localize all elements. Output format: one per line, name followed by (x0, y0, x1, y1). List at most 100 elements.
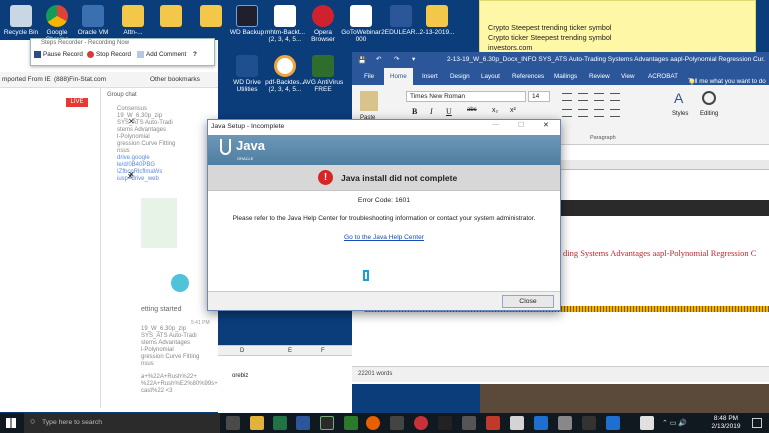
tab-review[interactable]: Review (589, 73, 610, 80)
tab-mailings[interactable]: Mailings (554, 73, 577, 80)
java-titlebar: Java Setup - Incomplete — ☐ ✕ (208, 120, 560, 135)
document-icon (274, 5, 296, 27)
desktop-icon-pdf-backtes[interactable]: pdf-Backtes... (2, 3, 4, 5... (264, 55, 306, 93)
desktop-icon-mhtm[interactable]: mhtm-Backt... (2, 3, 4, 5... (264, 5, 306, 43)
tab-insert[interactable]: Insert (422, 73, 438, 80)
search-icon: ○ (30, 416, 36, 426)
word-icon[interactable] (296, 416, 310, 430)
multilevel-list-icon[interactable] (594, 93, 604, 101)
tab-design[interactable]: Design (450, 73, 470, 80)
task-view-icon[interactable] (226, 416, 240, 430)
numbering-icon[interactable] (578, 93, 588, 101)
java-help-center-link[interactable]: Go to the Java Help Center (208, 234, 560, 241)
app-icon[interactable] (438, 416, 452, 430)
clock[interactable]: 8:48 PM 2/13/2019 (704, 415, 748, 431)
camera-icon[interactable] (510, 416, 524, 430)
subscript-button[interactable]: x₂ (492, 107, 498, 114)
tab-file[interactable]: File (364, 73, 374, 80)
superscript-button[interactable]: x² (510, 107, 516, 114)
align-center-icon[interactable] (578, 109, 588, 117)
maximize-button[interactable]: ☐ (518, 121, 524, 129)
wd-backup-icon (236, 5, 258, 27)
app-icon[interactable] (558, 416, 572, 430)
pause-record-button[interactable]: Pause Record (34, 51, 83, 58)
app-icon[interactable] (390, 416, 404, 430)
bookmark-item[interactable]: mported From IE (2, 76, 51, 83)
folder-icon (426, 5, 448, 27)
save-icon[interactable]: 💾 (358, 56, 366, 64)
sticky-note[interactable]: Crypto Steepest trending ticker symbol C… (479, 0, 756, 54)
font-name-select[interactable]: Times New Roman (406, 91, 526, 102)
firefox-icon[interactable] (366, 416, 380, 430)
camtasia-icon[interactable] (344, 416, 358, 430)
italic-button[interactable]: I (430, 107, 433, 116)
file-explorer-icon[interactable] (250, 416, 264, 430)
font-size-select[interactable]: 14 (528, 91, 550, 102)
bookmark-item[interactable]: Other bookmarks (150, 76, 200, 83)
indent-icon[interactable] (610, 93, 620, 101)
desktop-icon-wd-drive-utilities[interactable]: WD Drive Utilities (226, 55, 268, 93)
bullets-icon[interactable] (562, 93, 572, 101)
java-banner: Java ORACLE (208, 135, 560, 165)
search-box[interactable]: ○ Type here to search (24, 413, 220, 433)
minimize-button[interactable]: — (492, 121, 499, 128)
app-icon[interactable] (320, 416, 334, 430)
chat-link[interactable]: drive.google (117, 155, 217, 162)
tab-layout[interactable]: Layout (481, 73, 500, 80)
desktop-icon-opera[interactable]: Opera Browser (302, 5, 344, 43)
wd-utilities-icon (236, 55, 258, 77)
tab-acrobat[interactable]: ACROBAT (648, 73, 678, 80)
close-icon[interactable]: ✕ (128, 170, 135, 179)
tray-icons[interactable]: ⌃ ▭ 🔊 (662, 419, 687, 427)
paste-icon[interactable] (360, 91, 378, 111)
desktop-icon-doc[interactable] (150, 5, 192, 29)
customize-icon[interactable]: ▾ (412, 55, 415, 63)
app-icon[interactable] (640, 416, 654, 430)
tab-references[interactable]: References (512, 73, 544, 80)
undo-icon[interactable]: ↶ (376, 55, 381, 63)
underline-button[interactable]: U (446, 107, 452, 116)
app-icon[interactable] (534, 416, 548, 430)
tab-home[interactable]: Home (384, 68, 413, 85)
app-icon[interactable] (462, 416, 476, 430)
word-count[interactable]: 22201 words (358, 371, 392, 377)
styles-icon[interactable]: A (674, 90, 683, 106)
align-right-icon[interactable] (594, 109, 604, 117)
align-left-icon[interactable] (562, 109, 572, 117)
document-icon (350, 5, 372, 27)
desktop-icon-gotowebinar[interactable]: GoToWebinar 000 (340, 5, 382, 43)
chat-text: gression Curve Fitting (141, 354, 200, 360)
chat-link[interactable]: le/d/0B40PBG (117, 162, 217, 169)
close-button[interactable]: Close (502, 295, 554, 308)
app-icon[interactable] (582, 416, 596, 430)
strikethrough-button[interactable]: abc (467, 107, 477, 113)
background-image (480, 384, 769, 413)
close-icon[interactable]: ✕ (128, 117, 135, 126)
notification-icon[interactable] (752, 418, 762, 428)
help-button[interactable]: ? (193, 51, 197, 58)
app-icon[interactable] (486, 416, 500, 430)
add-comment-button[interactable]: Add Comment (137, 51, 186, 58)
error-code: Error Code: 1601 (357, 197, 411, 204)
sheet-cell[interactable]: orebiz (232, 373, 248, 379)
desktop-icon-2-13-2019[interactable]: 2-13-2019... (416, 5, 458, 36)
opera-icon[interactable] (414, 416, 428, 430)
redo-icon[interactable]: ↷ (394, 55, 399, 63)
desktop-icon-wd-backup[interactable]: WD Backup (226, 5, 268, 36)
search-icon[interactable] (702, 91, 716, 105)
column-header: D (240, 348, 245, 354)
steps-recorder-window: Steps Recorder - Recording Now Pause Rec… (30, 38, 215, 66)
app-icon[interactable] (606, 416, 620, 430)
desktop-icon-oracle-vm[interactable]: Oracle VM (72, 5, 114, 36)
bookmark-item[interactable]: (888)Fin-Stat.com (54, 76, 106, 83)
chat-text: stems Advantages (117, 127, 167, 133)
desktop-icon-attn[interactable]: Attn-... (112, 5, 154, 36)
tab-view[interactable]: View (621, 73, 635, 80)
bold-button[interactable]: B (412, 107, 417, 116)
justify-icon[interactable] (610, 109, 620, 117)
stop-record-button[interactable]: Stop Record (87, 51, 131, 58)
windows-start-icon[interactable] (6, 418, 16, 428)
close-icon[interactable]: ✕ (543, 121, 549, 129)
desktop-icon-avg[interactable]: AVG AntiVirus FREE (302, 55, 344, 93)
excel-icon[interactable] (273, 416, 287, 430)
